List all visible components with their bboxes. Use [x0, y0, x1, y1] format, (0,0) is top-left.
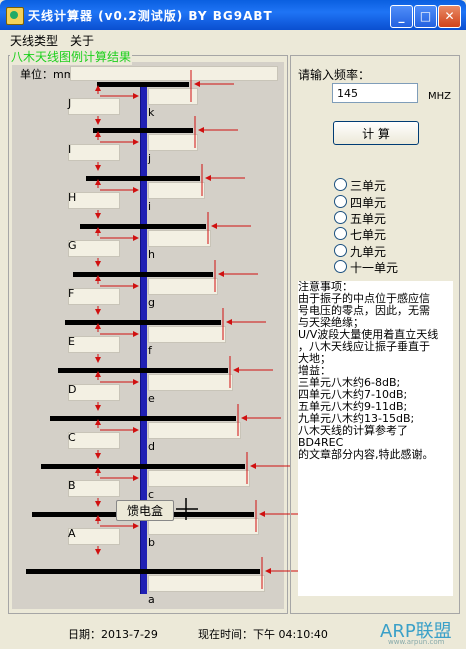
radio-icon[interactable] — [334, 260, 347, 273]
radio-icon[interactable] — [334, 244, 347, 257]
calculate-button[interactable]: 计 算 — [333, 121, 419, 145]
notes-box[interactable]: 注意事项： 由于振子的中点位于感应信 号电压的零点，因此，无需 与天梁绝缘； U… — [298, 281, 453, 596]
radio-icon[interactable] — [334, 211, 347, 224]
radio-icon[interactable] — [334, 227, 347, 240]
radio-icon[interactable] — [334, 178, 347, 191]
frequency-input[interactable] — [332, 83, 418, 103]
frequency-label: 请输入频率： — [298, 68, 371, 82]
notes-line: 的文章部分内容,特此感谢。 — [298, 448, 434, 461]
status-date: 日期：2013-7-29 — [68, 628, 158, 641]
watermark-url: www.arpun.com — [388, 638, 445, 646]
frequency-unit: MHZ — [428, 91, 451, 102]
status-time: 现在时间：下午 04:10:40 — [198, 628, 328, 641]
radio-icon[interactable] — [334, 195, 347, 208]
